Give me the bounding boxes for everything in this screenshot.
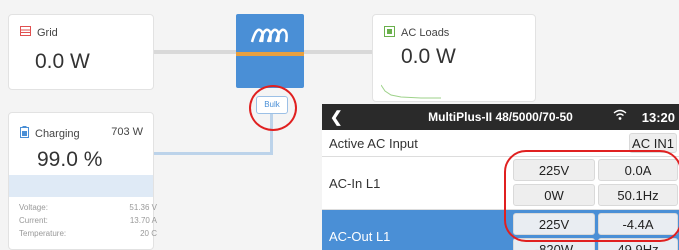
ac-in-frequency: 50.1Hz <box>598 184 678 206</box>
battery-stat-voltage: Voltage: 51.36 V <box>19 203 157 212</box>
ac-out-voltage: 225V <box>513 213 595 235</box>
battery-stat-temperature: Temperature: 20 C <box>19 229 157 238</box>
ac-loads-value: 0.0 W <box>401 45 456 68</box>
grid-icon <box>20 26 31 39</box>
active-input-value: AC IN1 <box>629 133 677 153</box>
grid-card[interactable]: Grid 0.0 W <box>8 14 154 90</box>
ac-loads-sparkline <box>381 84 441 99</box>
ac-out-power: -820W <box>513 238 595 250</box>
battery-soc: 99.0 % <box>37 148 103 171</box>
battery-card[interactable]: Charging 703 W 99.0 % Voltage: 51.36 V Cu… <box>8 112 157 250</box>
loads-connector <box>304 50 372 54</box>
ac-in-current: 0.0A <box>598 159 678 181</box>
grid-label: Grid <box>37 26 58 39</box>
active-input-row[interactable]: Active AC Input AC IN1 <box>322 130 679 157</box>
ac-out-current: -4.4A <box>598 213 678 235</box>
battery-header: Charging <box>20 126 80 141</box>
ac-in-power: 0W <box>513 184 595 206</box>
battery-connector <box>154 152 272 155</box>
inverter-box[interactable] <box>236 14 304 88</box>
victron-logo <box>248 24 292 51</box>
battery-stat-current: Current: 13.70 A <box>19 216 157 225</box>
ac-loads-card[interactable]: AC Loads 0.0 W <box>372 14 536 102</box>
ac-in-label: AC-In L1 <box>329 176 381 191</box>
wifi-icon <box>613 109 627 124</box>
grid-header: Grid <box>20 26 58 39</box>
device-detail-panel: ❮ MultiPlus-II 48/5000/70-50 13:20 Activ… <box>322 104 679 250</box>
ac-out-frequency: 49.9Hz <box>598 238 678 250</box>
battery-status-label: Charging <box>35 127 80 140</box>
battery-connector-vertical <box>270 112 273 155</box>
grid-connector <box>154 50 236 54</box>
ac-loads-header: AC Loads <box>384 26 449 40</box>
inverter-state-badge: Bulk <box>256 96 288 114</box>
ac-in-voltage: 225V <box>513 159 595 181</box>
grid-value: 0.0 W <box>35 50 90 73</box>
device-titlebar: ❮ MultiPlus-II 48/5000/70-50 13:20 <box>322 104 679 130</box>
clock: 13:20 <box>641 110 675 125</box>
battery-icon <box>20 126 29 141</box>
ac-in-row[interactable]: AC-In L1 225V 0.0A 0W 50.1Hz <box>322 157 679 210</box>
ac-loads-label: AC Loads <box>401 27 450 39</box>
active-input-label: Active AC Input <box>329 136 418 151</box>
ac-loads-icon <box>384 26 395 40</box>
battery-fill <box>9 175 153 197</box>
battery-power: 703 W <box>111 126 143 138</box>
ac-out-row[interactable]: AC-Out L1 225V -4.4A -820W 49.9Hz <box>322 210 679 250</box>
ac-out-label: AC-Out L1 <box>329 229 391 244</box>
inverter-stripe <box>236 52 304 56</box>
